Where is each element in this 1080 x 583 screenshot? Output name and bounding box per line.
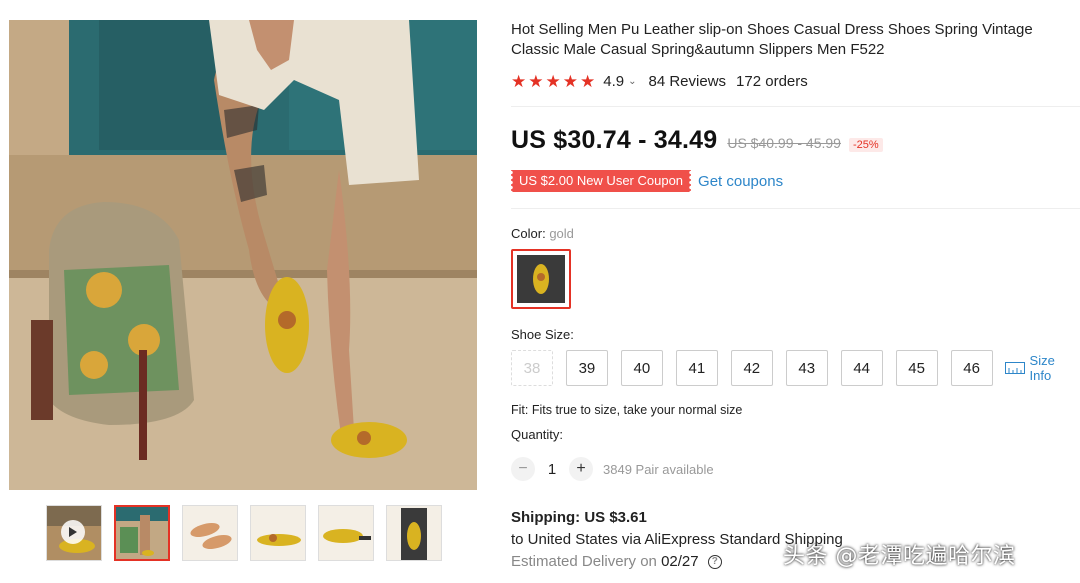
- color-option-gold[interactable]: [511, 249, 571, 309]
- size-option-40[interactable]: 40: [620, 350, 663, 386]
- thumbnail-5-image: [387, 506, 441, 560]
- size-info-link[interactable]: Size Info: [1004, 353, 1080, 383]
- play-icon: [61, 520, 85, 544]
- quantity-stepper: − 1 + 3849 Pair available: [511, 457, 714, 481]
- stock-available: 3849 Pair available: [603, 461, 714, 477]
- coupon-row: US $2.00 New User Coupon Get coupons: [508, 170, 783, 192]
- shipping-cost: Shipping: US $3.61: [511, 509, 647, 526]
- size-info-label: Size Info: [1029, 353, 1055, 383]
- quantity-label: Quantity:: [511, 427, 564, 442]
- thumbnail-1-image: [116, 507, 168, 559]
- chevron-down-icon[interactable]: ⌄: [628, 76, 636, 87]
- star-icon: ★: [580, 71, 596, 91]
- star-icon: ★: [528, 71, 544, 91]
- price-row: US $30.74 - 34.49 US $40.99 - 45.99 -25%: [511, 126, 883, 155]
- rating-value[interactable]: 4.9: [603, 73, 624, 90]
- thumbnail-1[interactable]: [114, 505, 170, 561]
- quantity-value[interactable]: 1: [535, 461, 569, 478]
- main-product-image[interactable]: [9, 20, 477, 490]
- current-price: US $30.74 - 34.49: [511, 126, 718, 154]
- thumbnail-3[interactable]: [250, 505, 306, 561]
- product-photo: [9, 20, 477, 490]
- delivery-label: Estimated Delivery on: [511, 553, 657, 570]
- original-price: US $40.99 - 45.99: [727, 135, 841, 151]
- thumbnail-3-image: [251, 506, 305, 560]
- size-option-39[interactable]: 39: [565, 350, 608, 386]
- quantity-increase-button[interactable]: +: [569, 457, 593, 481]
- color-value: gold: [549, 226, 574, 241]
- reviews-link[interactable]: 84 Reviews: [649, 73, 727, 90]
- rating-row: ★ ★ ★ ★ ★ 4.9 ⌄ 84 Reviews 172 orders: [511, 70, 1080, 92]
- size-option-41[interactable]: 41: [675, 350, 718, 386]
- quantity-decrease-button[interactable]: −: [511, 457, 535, 481]
- size-option-46[interactable]: 46: [950, 350, 993, 386]
- thumbnail-2-image: [183, 506, 237, 560]
- thumbnail-5[interactable]: [386, 505, 442, 561]
- help-icon[interactable]: ?: [707, 555, 722, 570]
- discount-badge: -25%: [848, 138, 883, 152]
- get-coupons-link[interactable]: Get coupons: [698, 173, 783, 190]
- color-label-row: Color: gold: [511, 226, 574, 241]
- thumbnail-2[interactable]: [182, 505, 238, 561]
- divider: [511, 106, 1080, 107]
- size-option-43[interactable]: 43: [785, 350, 828, 386]
- size-option-44[interactable]: 44: [840, 350, 883, 386]
- size-label: Shoe Size:: [511, 327, 574, 342]
- watermark: 头条 @老潭吃遍哈尔滨: [783, 544, 1016, 569]
- size-options: 38 39 40 41 42 43 44 45 46 Size Info: [511, 350, 1080, 386]
- thumbnail-4-image: [319, 506, 373, 560]
- size-option-42[interactable]: 42: [730, 350, 773, 386]
- thumbnail-video[interactable]: [46, 505, 102, 561]
- fit-note: Fit: Fits true to size, take your normal…: [511, 403, 743, 417]
- star-rating: ★ ★ ★ ★ ★: [511, 73, 595, 90]
- orders-count: 172 orders: [736, 72, 808, 90]
- product-title: Hot Selling Men Pu Leather slip-on Shoes…: [511, 21, 1033, 58]
- star-icon: ★: [545, 71, 561, 91]
- star-icon: ★: [562, 71, 578, 91]
- color-option-image: [517, 255, 565, 303]
- thumbnail-4[interactable]: [318, 505, 374, 561]
- new-user-coupon[interactable]: US $2.00 New User Coupon: [508, 170, 694, 192]
- divider: [511, 208, 1080, 209]
- size-option-38: 38: [511, 350, 553, 386]
- star-icon: ★: [511, 71, 527, 91]
- ruler-icon: [1004, 362, 1025, 374]
- size-option-45[interactable]: 45: [895, 350, 938, 386]
- color-label: Color:: [511, 226, 546, 241]
- delivery-date: 02/27: [661, 553, 699, 570]
- product-details: Hot Selling Men Pu Leather slip-on Shoes…: [511, 20, 1080, 92]
